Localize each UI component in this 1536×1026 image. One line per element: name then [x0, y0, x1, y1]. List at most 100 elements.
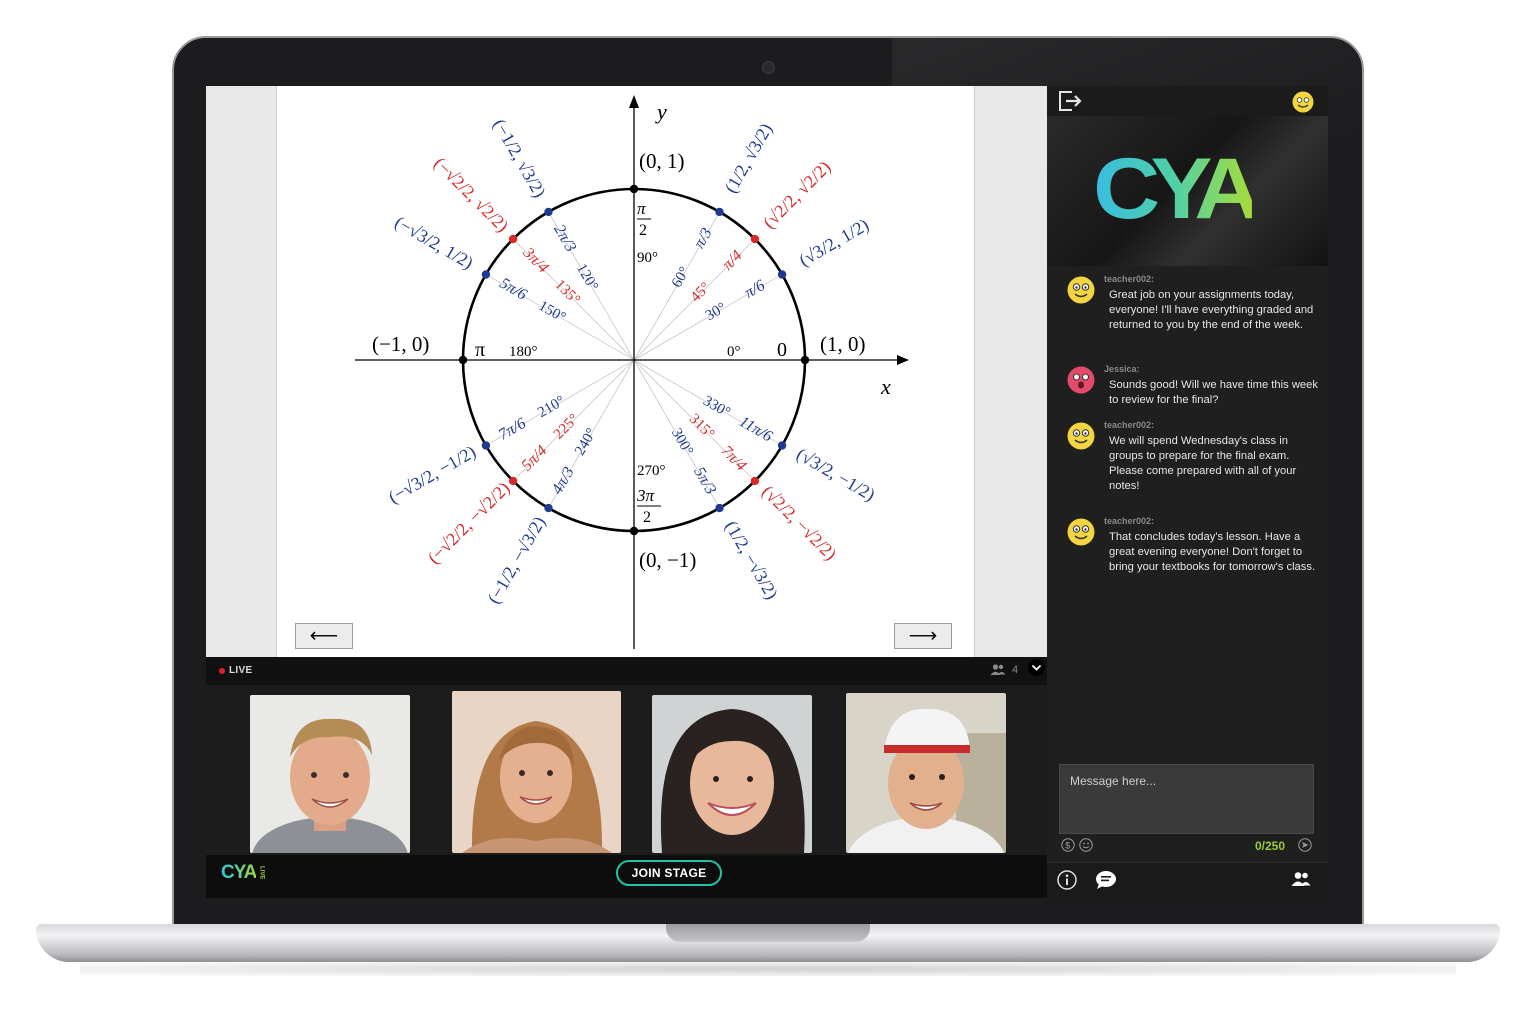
deg-240-label: 240°	[572, 426, 600, 459]
deg-225-label: 225°	[551, 411, 582, 442]
angle-point	[715, 503, 724, 513]
dollar-icon[interactable]: $	[1061, 838, 1075, 852]
chat-messages: teacher002: Great job on your assignment…	[1047, 266, 1328, 761]
radian-3half-pi-denominator: 2	[643, 509, 651, 526]
rad-120-label: 2π/3	[550, 222, 579, 255]
unit-circle-diagram: 30° π/6 (√3/2, 1/2) 45°π/4 (√2/2, √2/2) 60° π/…	[355, 95, 909, 649]
chat-bubble-icon[interactable]	[1095, 870, 1117, 890]
message-input[interactable]	[1060, 765, 1313, 833]
y-axis-label: y	[655, 99, 667, 124]
point-right-label: (1, 0)	[820, 332, 866, 356]
rad-210-label: 7π/6	[496, 415, 529, 444]
live-bar: LIVE 4	[206, 657, 1047, 685]
exit-icon[interactable]	[1058, 90, 1084, 112]
message-username: teacher002:	[1104, 516, 1155, 526]
next-slide-button[interactable]: ⟶	[894, 623, 952, 649]
radian-0-label: 0	[777, 339, 787, 361]
message-composer	[1059, 764, 1314, 834]
rad-150-label: 5π/6	[497, 275, 530, 304]
participant-video	[652, 695, 812, 853]
coord-120-label: (−1/2, √3/2)	[488, 115, 550, 201]
axis-point	[458, 355, 468, 365]
angle-point	[777, 270, 787, 279]
arrow-right-icon: ⟶	[908, 625, 938, 647]
video-tile-participant-3[interactable]	[652, 695, 812, 853]
chat-message: teacher002: That concludes today's lesso…	[1047, 516, 1328, 596]
degree-180-label: 180°	[509, 344, 538, 360]
coord-240-label: (−1/2, −√3/2)	[483, 513, 550, 608]
sidebar-header	[1047, 86, 1328, 116]
emoji-avatar-icon	[1067, 276, 1095, 304]
rad-60-label: π/3	[691, 225, 716, 251]
send-icon[interactable]	[1298, 838, 1312, 852]
angle-point	[715, 207, 724, 217]
chat-message: teacher002: Great job on your assignment…	[1047, 274, 1328, 354]
composer-toolbar: $ 0/250	[1059, 838, 1319, 856]
collapse-stage-button[interactable]	[1028, 659, 1045, 676]
message-text: That concludes today's lesson. Have a gr…	[1109, 531, 1316, 573]
radian-pi-label: π	[475, 339, 485, 361]
angle-point	[750, 476, 760, 486]
deg-135-label: 135°	[551, 277, 582, 308]
video-stage	[206, 685, 1047, 855]
axis-point	[629, 526, 639, 536]
x-axis-arrow-icon	[897, 355, 909, 365]
degree-90-label: 90°	[637, 250, 658, 266]
video-tile-participant-4[interactable]	[846, 693, 1006, 853]
participants-icon[interactable]	[1291, 871, 1311, 887]
y-axis-arrow-icon	[629, 95, 639, 108]
prev-slide-button[interactable]: ⟵	[295, 623, 353, 649]
emoji-icon[interactable]	[1079, 838, 1093, 852]
viewer-count: 4	[1012, 664, 1019, 676]
angle-point	[777, 441, 787, 450]
coord-210-label: (−√3/2, −1/2)	[385, 441, 480, 508]
emoji-avatar-icon	[1067, 518, 1095, 546]
message-username: teacher002:	[1104, 420, 1155, 430]
coord-315-label: (√2/2, −√2/2)	[757, 481, 840, 564]
emoji-avatar-icon	[1067, 422, 1095, 450]
rad-240-label: 4π/3	[549, 464, 578, 497]
user-avatar-icon[interactable]	[1292, 91, 1314, 113]
angle-point	[508, 234, 518, 244]
degree-0-label: 0°	[727, 344, 741, 360]
info-icon[interactable]	[1057, 870, 1077, 890]
coord-135-label: (−√2/2, √2/2)	[429, 153, 512, 236]
live-indicator-icon	[219, 668, 225, 674]
chat-message: Jessica: Sounds good! Will we have time …	[1047, 364, 1328, 410]
coord-45-label: (√2/2, √2/2)	[759, 157, 835, 233]
angle-point	[544, 503, 553, 513]
chevron-down-icon	[1031, 664, 1042, 671]
rad-225-label: 5π/4	[518, 442, 550, 474]
join-stage-button[interactable]: JOIN STAGE	[616, 860, 722, 886]
deg-330-label: 330°	[700, 393, 733, 421]
point-top-label: (0, 1)	[639, 149, 685, 173]
rad-30-label: π/6	[742, 277, 768, 302]
logo-live-text: LIVE	[258, 866, 265, 880]
angle-point	[481, 441, 491, 450]
deg-300-label: 300°	[668, 426, 696, 459]
degree-270-label: 270°	[637, 463, 666, 479]
svg-text:$: $	[1065, 841, 1070, 851]
rad-45-label: π/4	[719, 247, 745, 273]
video-tile-participant-2[interactable]	[452, 691, 621, 853]
chat-message: teacher002: We will spend Wednesday's cl…	[1047, 420, 1328, 500]
coord-225-label: (−√2/2, −√2/2)	[424, 478, 515, 569]
cya-live-logo: CYA LIVE	[221, 862, 265, 883]
rad-135-label: 3π/4	[519, 244, 552, 277]
deg-315-label: 315°	[686, 411, 717, 442]
app-screen: 30° π/6 (√3/2, 1/2) 45° π/4 (√2/2, √2/2) 60° π/…	[206, 86, 1328, 898]
coord-150-label: (−√3/2, 1/2)	[391, 212, 477, 274]
banner-logo: CYA	[1093, 141, 1261, 237]
chat-sidebar: CYA teacher002: Great job on your assign…	[1047, 86, 1328, 898]
video-tile-participant-1[interactable]	[250, 695, 410, 853]
rad-315-label: 7π/4	[718, 442, 750, 474]
emoji-avatar-icon	[1067, 366, 1095, 394]
message-username: teacher002:	[1104, 274, 1155, 284]
message-text: We will spend Wednesday's class in group…	[1109, 435, 1297, 492]
message-text: Great job on your assignments today, eve…	[1109, 289, 1314, 331]
angle-point	[481, 270, 491, 279]
participant-video	[452, 691, 621, 853]
rad-330-label: 11π/6	[736, 413, 775, 445]
deg-150-label: 150°	[536, 298, 569, 326]
angle-point	[750, 234, 760, 244]
